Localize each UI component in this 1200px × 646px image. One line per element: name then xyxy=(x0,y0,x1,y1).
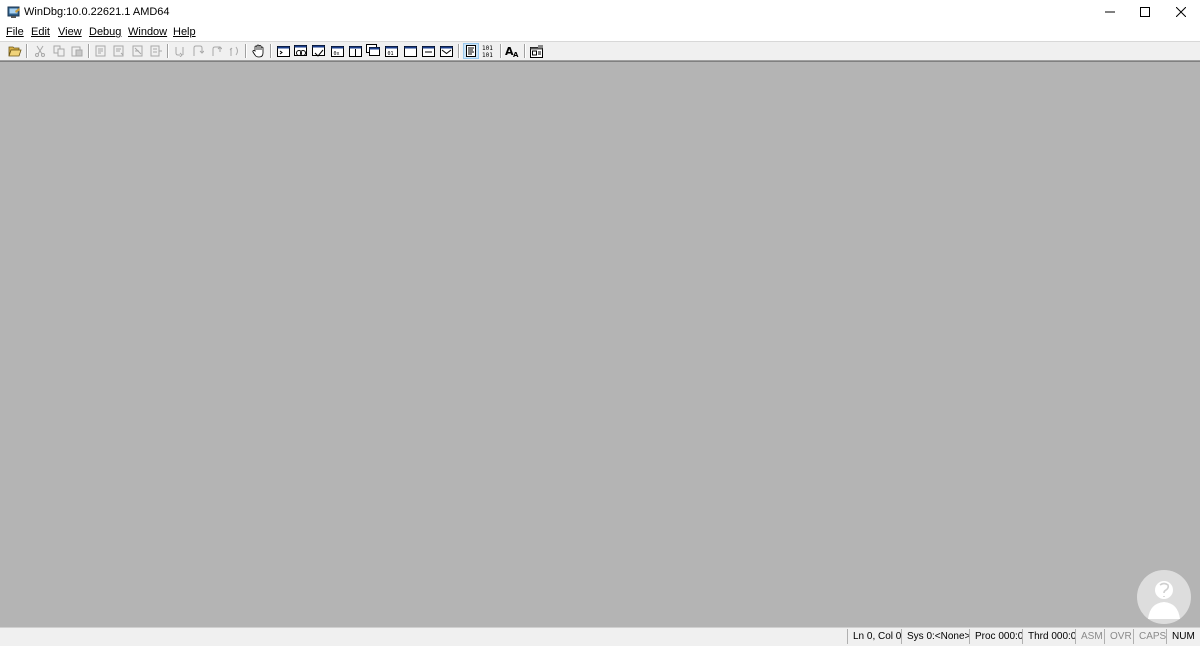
status-thrd: Thrd 000:0 xyxy=(1022,629,1081,644)
toolbar-separator xyxy=(245,44,247,58)
hex-mode-button[interactable]: 101 101 xyxy=(481,43,497,59)
windbg-app-icon[interactable] xyxy=(7,5,21,19)
font-icon: AA xyxy=(505,45,519,58)
menu-file[interactable]: File xyxy=(6,26,24,39)
break-button[interactable] xyxy=(250,43,266,59)
toolbar-separator xyxy=(270,44,272,58)
run-to-cursor-button[interactable] xyxy=(226,43,242,59)
locals-window-button[interactable] xyxy=(311,43,327,59)
restart-icon xyxy=(113,45,124,57)
minimize-button[interactable] xyxy=(1092,0,1128,24)
minimize-icon xyxy=(1105,11,1115,13)
svg-text:0x: 0x xyxy=(333,51,339,57)
step-out-button[interactable] xyxy=(208,43,224,59)
registers-window-button[interactable]: 0x xyxy=(329,43,345,59)
watch-window-icon xyxy=(294,44,307,56)
status-proc: Proc 000:0 xyxy=(969,629,1028,644)
paste-button[interactable] xyxy=(69,43,85,59)
locals-window-icon xyxy=(312,44,325,57)
detach-button[interactable] xyxy=(148,43,164,59)
close-button[interactable] xyxy=(1163,0,1199,24)
registers-window-icon: 0x xyxy=(330,45,344,57)
maximize-icon xyxy=(1140,7,1150,17)
toolbar-separator xyxy=(524,44,526,58)
svg-text:01: 01 xyxy=(387,51,393,57)
scratch-pad-window-icon xyxy=(403,45,417,57)
close-icon xyxy=(1176,7,1186,17)
processes-threads-window-button[interactable] xyxy=(420,43,436,59)
step-over-button[interactable] xyxy=(190,43,206,59)
call-stack-window-icon xyxy=(366,44,380,56)
status-asm: ASM xyxy=(1075,629,1108,644)
svg-text:A: A xyxy=(513,51,519,58)
open-folder-icon xyxy=(8,46,22,57)
menu-view[interactable]: View xyxy=(58,26,82,39)
menu-edit[interactable]: Edit xyxy=(31,26,50,39)
status-bar: Ln 0, Col 0 Sys 0:<None> Proc 000:0 Thrd… xyxy=(0,627,1200,646)
step-out-icon xyxy=(212,46,222,56)
memory-window-icon xyxy=(348,45,362,57)
copy-icon xyxy=(53,45,65,57)
command-window-icon xyxy=(276,45,290,57)
source-mode-icon xyxy=(466,45,476,57)
options-button[interactable] xyxy=(529,43,545,59)
scratch-pad-window-button[interactable] xyxy=(402,43,418,59)
toolbar-separator xyxy=(88,44,90,58)
cut-icon xyxy=(35,45,45,57)
status-num: NUM xyxy=(1166,629,1200,644)
watch-window-button[interactable] xyxy=(293,43,309,59)
toolbar: 0x 01 101 101 AA xyxy=(0,42,1200,61)
processes-threads-window-icon xyxy=(421,45,435,57)
break-hand-icon xyxy=(251,44,263,58)
memory-window-button[interactable] xyxy=(347,43,363,59)
source-mode-button[interactable] xyxy=(463,43,479,59)
status-ovr: OVR xyxy=(1104,629,1137,644)
cut-button[interactable] xyxy=(32,43,48,59)
step-into-button[interactable] xyxy=(172,43,188,59)
mdi-workspace[interactable] xyxy=(0,61,1200,627)
paste-icon xyxy=(71,46,83,57)
status-sys: Sys 0:<None> xyxy=(901,629,975,644)
toolbar-separator xyxy=(458,44,460,58)
title-bar[interactable]: WinDbg:10.0.22621.1 AMD64 xyxy=(0,0,1200,24)
go-icon xyxy=(95,45,106,57)
open-button[interactable] xyxy=(7,43,23,59)
restart-button[interactable] xyxy=(111,43,127,59)
svg-text:101: 101 xyxy=(482,52,493,58)
menu-debug[interactable]: Debug xyxy=(89,26,121,39)
scratch-mail-window-icon xyxy=(439,45,453,57)
step-into-icon xyxy=(175,47,184,57)
toolbar-separator xyxy=(167,44,169,58)
disassembly-window-icon: 01 xyxy=(384,45,398,57)
run-to-cursor-icon xyxy=(229,46,238,56)
toolbar-separator xyxy=(500,44,502,58)
step-over-icon xyxy=(193,45,204,56)
options-icon xyxy=(530,44,543,58)
call-stack-window-button[interactable] xyxy=(365,43,381,59)
detach-icon xyxy=(150,45,162,57)
stop-debugging-button[interactable] xyxy=(130,43,146,59)
menu-bar: File Edit View Debug Window Help xyxy=(0,24,1200,42)
memory-dump-window-button[interactable] xyxy=(438,43,454,59)
hex-mode-icon: 101101 xyxy=(482,45,493,58)
font-button[interactable]: AA xyxy=(505,43,521,59)
status-line-col: Ln 0, Col 0 xyxy=(847,629,906,644)
svg-text:101: 101 xyxy=(482,45,493,52)
disassembly-window-button[interactable]: 01 xyxy=(383,43,399,59)
menu-window[interactable]: Window xyxy=(128,26,167,39)
go-button[interactable] xyxy=(93,43,109,59)
watermark-logo xyxy=(1136,569,1192,625)
stop-debugging-icon xyxy=(132,45,143,57)
window-title: WinDbg:10.0.22621.1 AMD64 xyxy=(24,6,170,18)
copy-button[interactable] xyxy=(51,43,67,59)
toolbar-separator xyxy=(26,44,28,58)
menu-help[interactable]: Help xyxy=(173,26,196,39)
command-window-button[interactable] xyxy=(275,43,291,59)
maximize-button[interactable] xyxy=(1127,0,1163,24)
